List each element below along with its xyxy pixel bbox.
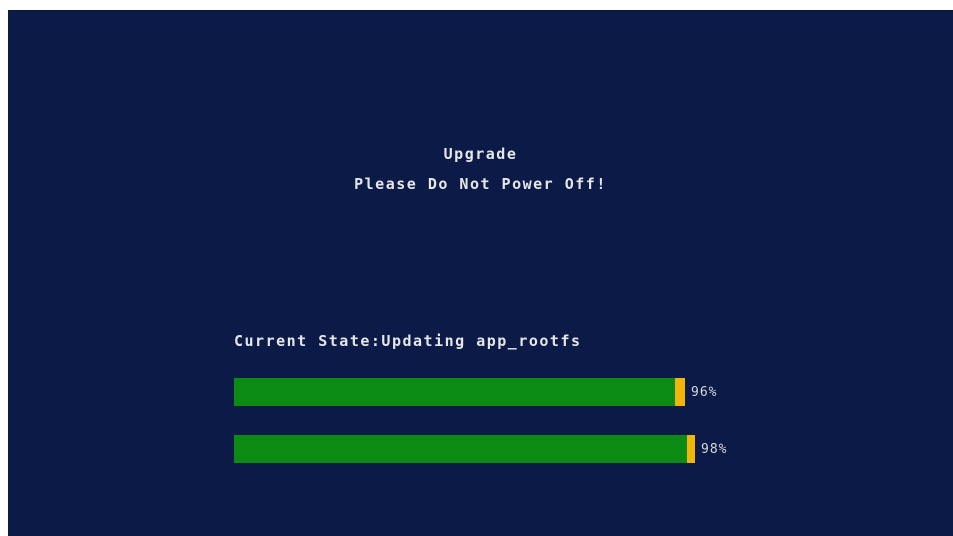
upgrade-screen: Upgrade Please Do Not Power Off! Current… — [8, 10, 953, 536]
progress-percent: 98% — [701, 442, 728, 457]
upgrade-title: Upgrade — [443, 145, 518, 163]
power-warning: Please Do Not Power Off! — [354, 175, 607, 193]
current-state-text: Current State:Updating app_rootfs — [234, 332, 582, 350]
progress-bar-2: 98% — [234, 435, 726, 463]
progress-cap — [675, 378, 685, 406]
progress-fill — [234, 378, 675, 406]
progress-bar-1: 96% — [234, 378, 716, 406]
progress-percent: 96% — [691, 385, 718, 400]
progress-fill — [234, 435, 687, 463]
progress-cap — [687, 435, 695, 463]
